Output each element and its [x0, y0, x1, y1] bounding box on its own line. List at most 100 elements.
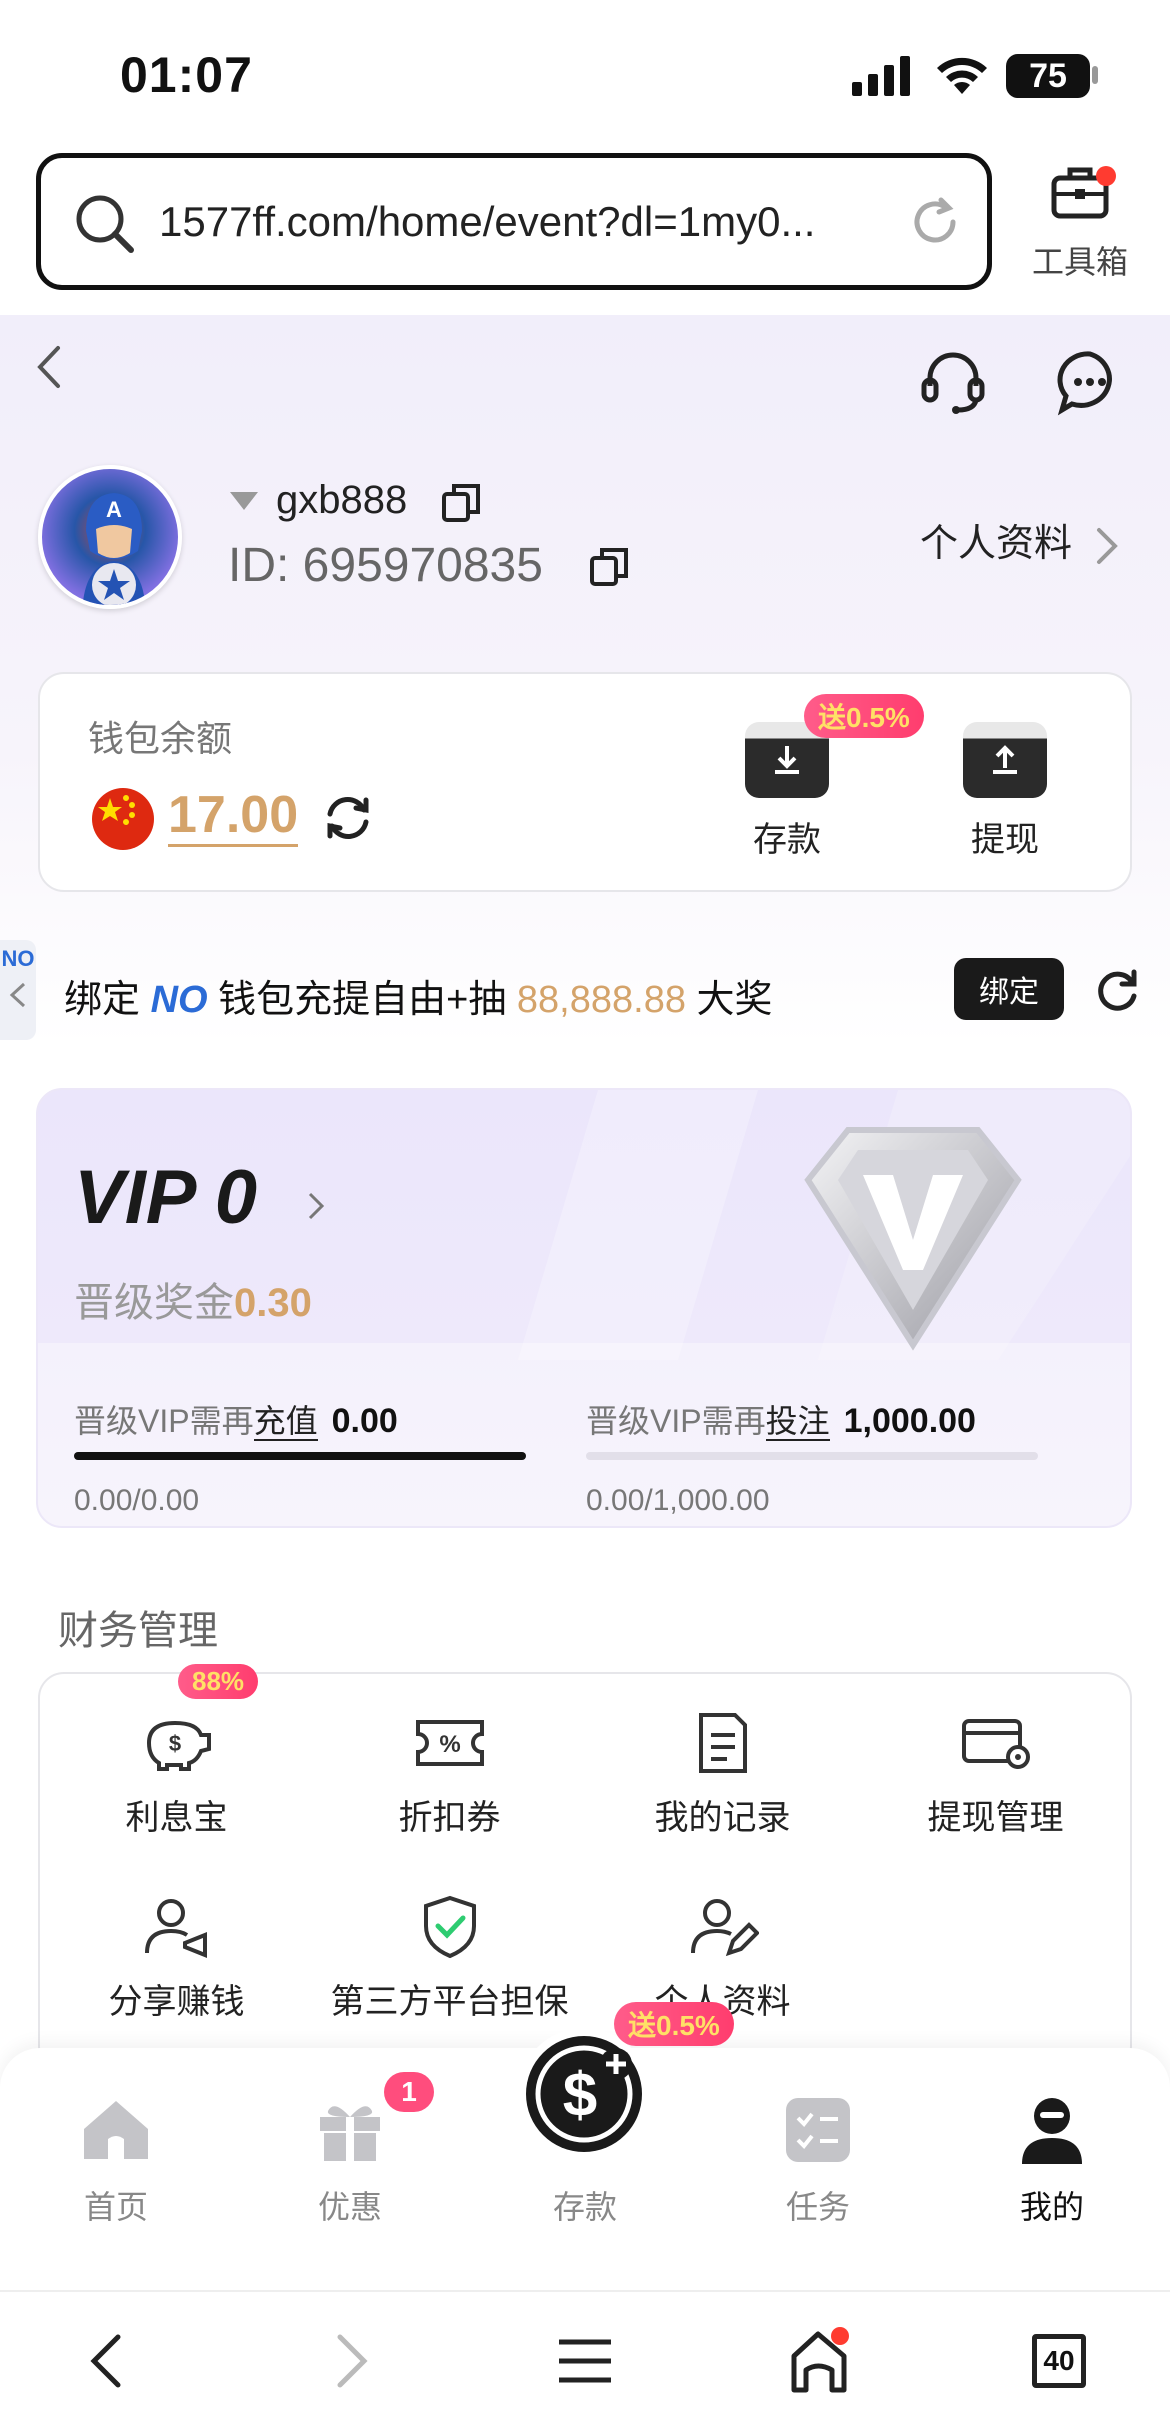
copy-username-icon[interactable]	[440, 482, 482, 524]
bet-req-value: 1,000.00	[843, 1402, 976, 1440]
wallet-amount: 17.00	[168, 786, 299, 847]
url-text[interactable]: 1577ff.com/home/event?dl=1my0...	[159, 198, 899, 246]
svg-text:$: $	[563, 2061, 597, 2130]
vip-shield-badge-icon	[804, 1127, 1022, 1351]
back-icon[interactable]	[30, 342, 70, 392]
svg-text:A: A	[106, 497, 122, 522]
tab-home[interactable]: 首页	[26, 2090, 206, 2228]
finance-item-label: 分享赚钱	[108, 1983, 245, 2021]
copy-id-icon[interactable]	[588, 546, 630, 588]
profile-link[interactable]: 个人资料	[920, 512, 1119, 567]
bet-requirement: 晋级VIP需再投注 1,000.00	[586, 1396, 976, 1442]
finance-item-records[interactable]: 我的记录	[586, 1708, 859, 1839]
home-icon	[76, 2090, 156, 2170]
browser-back-icon[interactable]	[62, 2316, 152, 2406]
wallet-card: 钱包余额 17.00 存款 送0.5% 提现	[38, 672, 1132, 892]
svg-text:%: %	[439, 1731, 460, 1758]
browser-menu-icon[interactable]	[540, 2316, 630, 2406]
browser-tabs-button[interactable]: 40	[1014, 2316, 1104, 2406]
chevron-right-icon	[1096, 527, 1118, 564]
vip-level: VIP 0	[74, 1155, 258, 1240]
finance-item-guarantee[interactable]: 第三方平台担保	[313, 1892, 586, 2023]
toolbox-label: 工具箱	[1031, 244, 1128, 280]
bind-suffix: 大奖	[696, 979, 773, 1021]
wallet-label: 钱包余额	[88, 718, 233, 759]
battery-icon: 75	[1006, 54, 1090, 98]
search-icon	[76, 195, 134, 253]
notification-dot	[1096, 166, 1116, 186]
refresh-icon[interactable]	[1092, 966, 1142, 1016]
bind-wallet-text: 绑定 NO 钱包充提自由+抽 88,888.88 大奖	[64, 968, 773, 1023]
recharge-progress-text: 0.00/0.00	[74, 1484, 200, 1517]
browser-home-icon[interactable]	[776, 2316, 866, 2406]
tab-label: 任务	[785, 2189, 850, 2225]
bind-mid: 钱包充提自由+抽	[218, 979, 507, 1021]
bottom-tab-bar: 首页 优惠 1 存款 $ 送0.5% 任务 我的	[0, 2002, 1170, 2290]
china-flag-icon	[92, 788, 154, 850]
bind-wallet-banner: 绑定 NO 钱包充提自由+抽 88,888.88 大奖 绑定	[0, 950, 1170, 1030]
profile-icon	[1012, 2090, 1092, 2170]
rank-triangle-icon	[230, 492, 258, 510]
svg-text:$: $	[168, 1731, 180, 1756]
finance-item-coupon[interactable]: % 折扣券	[313, 1708, 586, 1839]
wifi-icon	[937, 57, 987, 94]
finance-grid: $ 利息宝 88% % 折扣券 我的记录 提现管理 分享赚钱 第三方平台担保 个…	[38, 1664, 1132, 2072]
finance-item-withdraw-mgmt[interactable]: 提现管理	[859, 1708, 1132, 1839]
vip-card[interactable]: VIP 0 晋级奖金0.30 晋级VIP需再充值 0.00 0.00/0.00 晋…	[36, 1088, 1132, 1528]
tab-label: 首页	[83, 2189, 148, 2225]
share-user-icon	[137, 1892, 217, 1962]
finance-item-interest[interactable]: $ 利息宝	[40, 1708, 313, 1839]
status-bar: 01:07 75	[0, 0, 1170, 150]
bet-progress-text: 0.00/1,000.00	[586, 1484, 770, 1517]
finance-item-share[interactable]: 分享赚钱	[40, 1892, 313, 2023]
gift-icon	[310, 2090, 390, 2170]
withdraw-button[interactable]: 提现	[950, 722, 1060, 861]
finance-item-label: 提现管理	[927, 1799, 1064, 1837]
tab-tasks[interactable]: 任务	[728, 2090, 908, 2228]
card-settings-icon	[956, 1708, 1036, 1778]
recharge-progress-fill	[74, 1452, 526, 1460]
recharge-link[interactable]: 充值	[253, 1403, 318, 1441]
interest-badge: 88%	[178, 1664, 259, 1699]
customer-service-icon[interactable]	[918, 346, 988, 416]
bind-brand-logo: NO	[150, 979, 208, 1021]
address-bar[interactable]: 1577ff.com/home/event?dl=1my0...	[36, 153, 992, 290]
recharge-req-value: 0.00	[331, 1402, 398, 1440]
upload-icon	[963, 722, 1047, 798]
shield-check-icon	[410, 1892, 490, 1962]
cellular-signal-icon	[852, 56, 910, 96]
deposit-button[interactable]: 存款	[732, 722, 842, 861]
tab-label: 优惠	[317, 2189, 382, 2225]
finance-item-label: 利息宝	[125, 1799, 228, 1837]
promotions-badge: 1	[384, 2072, 434, 2112]
tab-mine[interactable]: 我的	[962, 2090, 1142, 2228]
battery-tip	[1092, 66, 1098, 84]
finance-item-label: 我的记录	[654, 1799, 791, 1837]
toolbox-button[interactable]: 工具箱	[1020, 160, 1140, 283]
browser-forward-icon[interactable]	[306, 2316, 396, 2406]
user-id: ID: 695970835	[228, 539, 543, 592]
vip-bonus-value: 0.30	[234, 1281, 312, 1325]
finance-section-title: 财务管理	[58, 1609, 218, 1653]
piggy-bank-icon: $	[137, 1708, 217, 1778]
bind-prize-amount: 88,888.88	[516, 979, 686, 1021]
recharge-requirement: 晋级VIP需再充值 0.00	[74, 1396, 398, 1442]
recharge-progress-track	[74, 1452, 526, 1460]
status-time: 01:07	[120, 47, 253, 103]
bet-link[interactable]: 投注	[765, 1403, 830, 1441]
bind-button[interactable]: 绑定	[954, 958, 1064, 1020]
withdraw-label: 提现	[971, 821, 1039, 859]
refresh-balance-icon[interactable]	[322, 792, 374, 844]
chat-icon[interactable]	[1056, 348, 1124, 416]
username: gxb888	[276, 478, 408, 522]
reload-icon[interactable]	[907, 194, 963, 250]
tab-label: 存款	[552, 2189, 617, 2225]
document-icon	[683, 1708, 763, 1778]
deposit-tab-badge: 送0.5%	[614, 2002, 734, 2046]
deposit-bonus-badge: 送0.5%	[804, 694, 924, 738]
task-icon	[778, 2090, 858, 2170]
coupon-icon: %	[410, 1708, 490, 1778]
user-edit-icon	[683, 1892, 763, 1962]
vip-chevron-right-icon	[308, 1192, 325, 1220]
avatar[interactable]: A	[38, 465, 182, 609]
